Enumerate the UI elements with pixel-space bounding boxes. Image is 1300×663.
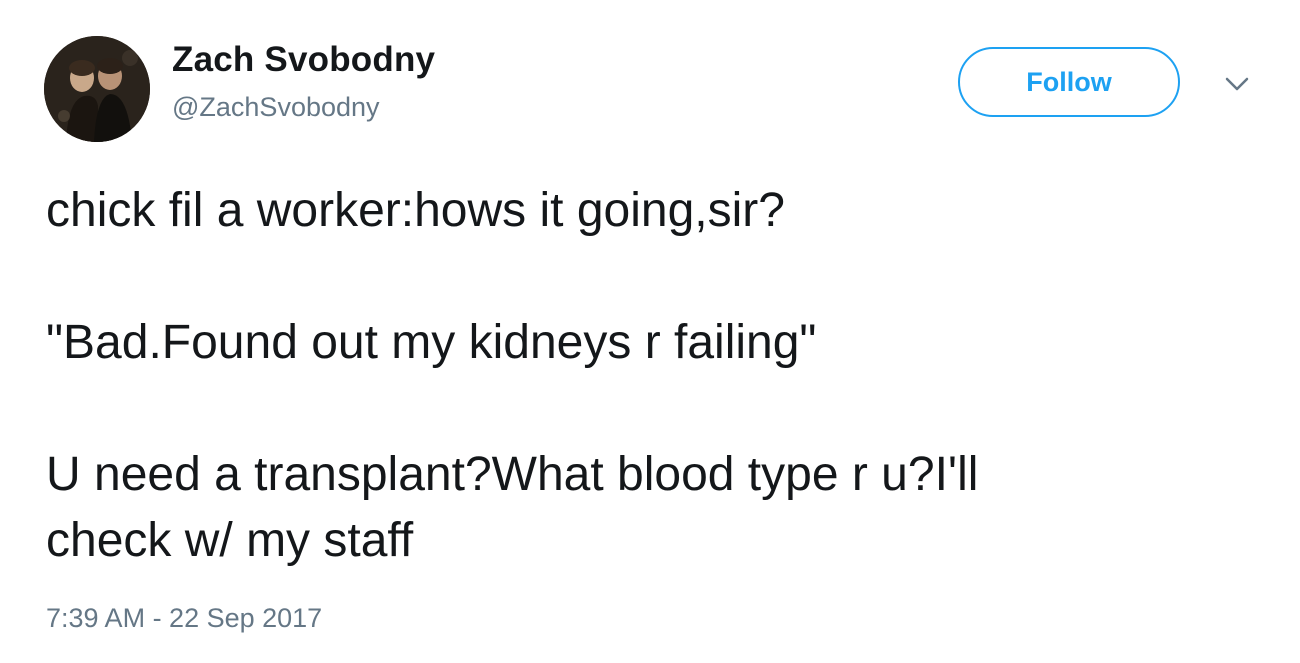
avatar-photo	[44, 36, 150, 142]
tweet-timestamp[interactable]: 7:39 AM - 22 Sep 2017	[46, 603, 322, 634]
chevron-down-icon[interactable]	[1222, 72, 1252, 96]
tweet-paragraph: U need a transplant?What blood type r u?…	[46, 448, 979, 501]
tweet-card: Zach Svobodny @ZachSvobodny Follow chick…	[0, 0, 1300, 663]
tweet-paragraph: chick fil a worker:hows it going,sir?	[46, 184, 785, 237]
author-display-name[interactable]: Zach Svobodny	[172, 40, 435, 80]
author-handle[interactable]: @ZachSvobodny	[172, 92, 380, 123]
tweet-paragraph: check w/ my staff	[46, 514, 414, 567]
avatar[interactable]	[44, 36, 150, 142]
follow-button[interactable]: Follow	[958, 47, 1180, 117]
tweet-paragraph: "Bad.Found out my kidneys r failing"	[46, 316, 817, 369]
tweet-text: chick fil a worker:hows it going,sir? "B…	[46, 178, 1266, 574]
